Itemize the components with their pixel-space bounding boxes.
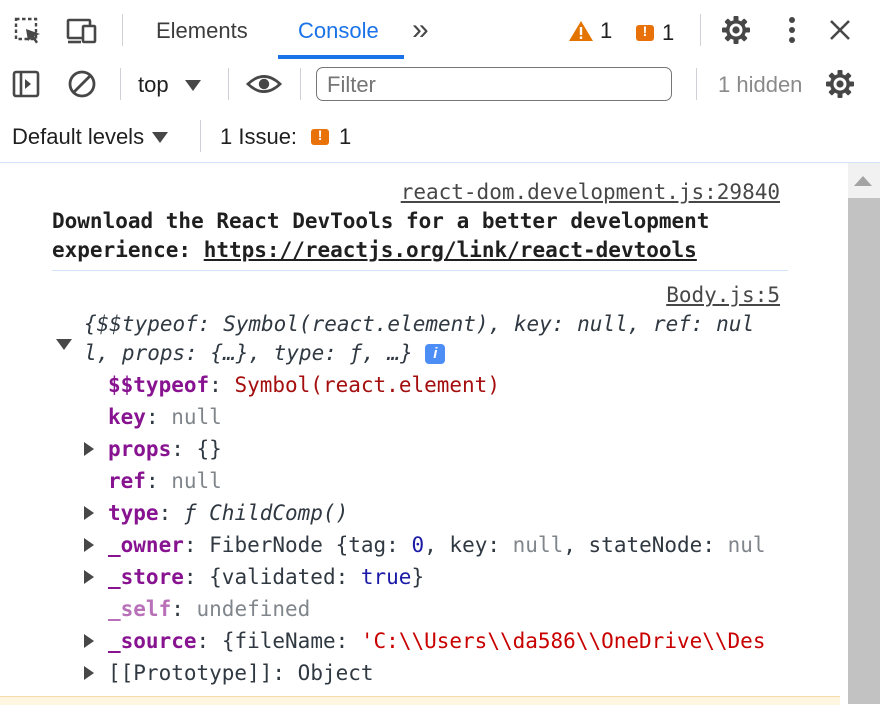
console-messages: react-dom.development.js:29840 Download … <box>0 163 848 704</box>
object-summary-text: l, props: {…}, type: ƒ, …} <box>84 341 413 365</box>
property-value: Object <box>297 661 374 685</box>
toolbar-divider <box>300 68 301 100</box>
expand-arrow-icon[interactable] <box>84 505 94 524</box>
tab-elements[interactable]: Elements <box>156 18 248 44</box>
source-link[interactable]: react-dom.development.js:29840 <box>401 177 780 207</box>
live-expression-eye-icon[interactable] <box>246 66 282 102</box>
property-key: _store <box>108 565 184 589</box>
property-value: undefined <box>196 597 311 621</box>
object-property[interactable]: _store: {validated: true} <box>108 562 424 592</box>
dropdown-arrow-icon <box>152 131 169 143</box>
more-options-icon[interactable] <box>774 12 810 48</box>
expand-arrow-icon[interactable] <box>84 665 94 684</box>
info-icon[interactable]: i <box>425 344 446 364</box>
filter-input[interactable]: Filter <box>316 67 672 101</box>
property-value: {fileName: 'C:\\Users\\da586\\OneDrive\\… <box>221 629 766 653</box>
property-value: Symbol(react.element) <box>234 373 500 397</box>
inspect-element-icon[interactable] <box>10 13 46 49</box>
scroll-up-arrow-icon[interactable] <box>854 176 872 186</box>
object-summary[interactable]: {$$typeof: Symbol(react.element), key: n… <box>84 309 754 339</box>
hidden-count: 1 hidden <box>718 72 803 97</box>
object-property[interactable]: type: ƒ ChildComp() <box>108 498 348 528</box>
context-value: top <box>138 72 169 97</box>
expand-arrow-icon[interactable] <box>84 537 94 556</box>
log-levels-label: Default levels <box>12 124 145 149</box>
toolbar-divider <box>696 68 697 100</box>
clear-console-icon[interactable] <box>64 66 100 102</box>
warning-icon <box>569 21 593 41</box>
issues-counter[interactable]: 1 <box>636 20 674 46</box>
console-message-text: experience: https://reactjs.org/link/rea… <box>52 235 697 265</box>
tab-console[interactable]: Console <box>298 18 379 44</box>
expand-arrow-icon[interactable] <box>84 441 94 460</box>
issues-link[interactable]: 1 Issue: 1 <box>220 124 351 150</box>
property-key: $$typeof <box>108 373 210 397</box>
issue-count: 1 <box>339 124 352 149</box>
issue-icon <box>636 23 654 41</box>
property-key: key <box>108 405 146 429</box>
message-divider <box>52 270 788 271</box>
more-tabs-icon[interactable]: » <box>412 14 429 46</box>
property-value: FiberNode {tag: 0, key: null, stateNode:… <box>209 533 766 557</box>
warnings-counter[interactable]: 1 <box>568 18 612 44</box>
issues-count: 1 <box>662 20 675 45</box>
source-link[interactable]: Body.js:5 <box>666 280 780 310</box>
toolbar-divider <box>122 14 123 46</box>
object-summary[interactable]: l, props: {…}, type: ƒ, …} i <box>84 338 446 368</box>
property-value: null <box>171 469 222 493</box>
log-levels-dropdown[interactable]: Default levels <box>12 124 169 150</box>
property-key: _self <box>108 597 172 621</box>
property-key: [[Prototype]] <box>108 661 273 685</box>
console-message-text: Download the React DevTools for a better… <box>52 209 710 233</box>
scrollbar-thumb[interactable] <box>848 198 880 704</box>
device-toolbar-icon[interactable] <box>64 13 100 49</box>
toolbar-divider <box>120 68 121 100</box>
object-property: key: null <box>108 405 222 429</box>
property-key: props <box>108 437 172 461</box>
context-selector[interactable]: top <box>138 72 201 98</box>
property-value: null <box>171 405 222 429</box>
expand-arrow-icon[interactable] <box>84 633 94 652</box>
dropdown-arrow-icon <box>184 79 201 91</box>
message-prefix: experience: <box>52 238 204 262</box>
console-settings-gear-icon[interactable] <box>822 66 858 102</box>
property-key: type <box>108 501 159 525</box>
active-tab-indicator <box>278 55 404 59</box>
object-property: _self: undefined <box>108 597 311 621</box>
close-icon[interactable] <box>822 12 858 48</box>
object-property[interactable]: props: {} <box>108 434 222 464</box>
issues-label: 1 Issue: <box>220 124 298 149</box>
issue-icon <box>311 127 330 145</box>
property-key: ref <box>108 469 146 493</box>
toolbar-divider <box>700 14 701 46</box>
toolbar-divider <box>228 68 229 100</box>
collapse-arrow-icon[interactable] <box>56 335 72 354</box>
object-property[interactable]: _source: {fileName: 'C:\\Users\\da586\\O… <box>108 626 765 656</box>
property-key: _owner <box>108 533 184 557</box>
object-property[interactable]: [[Prototype]]: Object <box>108 658 374 688</box>
property-value: {} <box>196 437 222 461</box>
object-property[interactable]: _owner: FiberNode {tag: 0, key: null, st… <box>108 530 766 560</box>
toolbar-divider <box>200 120 201 152</box>
property-value: {validated: true} <box>209 565 425 589</box>
property-key: _source <box>108 629 197 653</box>
settings-gear-icon[interactable] <box>718 12 754 48</box>
show-sidebar-icon[interactable] <box>8 66 44 102</box>
object-property: ref: null <box>108 469 222 493</box>
object-property: $$typeof: Symbol(react.element) <box>108 373 500 397</box>
devtools-link[interactable]: https://reactjs.org/link/react-devtools <box>204 238 697 262</box>
expand-arrow-icon[interactable] <box>84 569 94 588</box>
property-value: ƒ ChildComp() <box>183 501 349 525</box>
warnings-count: 1 <box>600 18 613 43</box>
